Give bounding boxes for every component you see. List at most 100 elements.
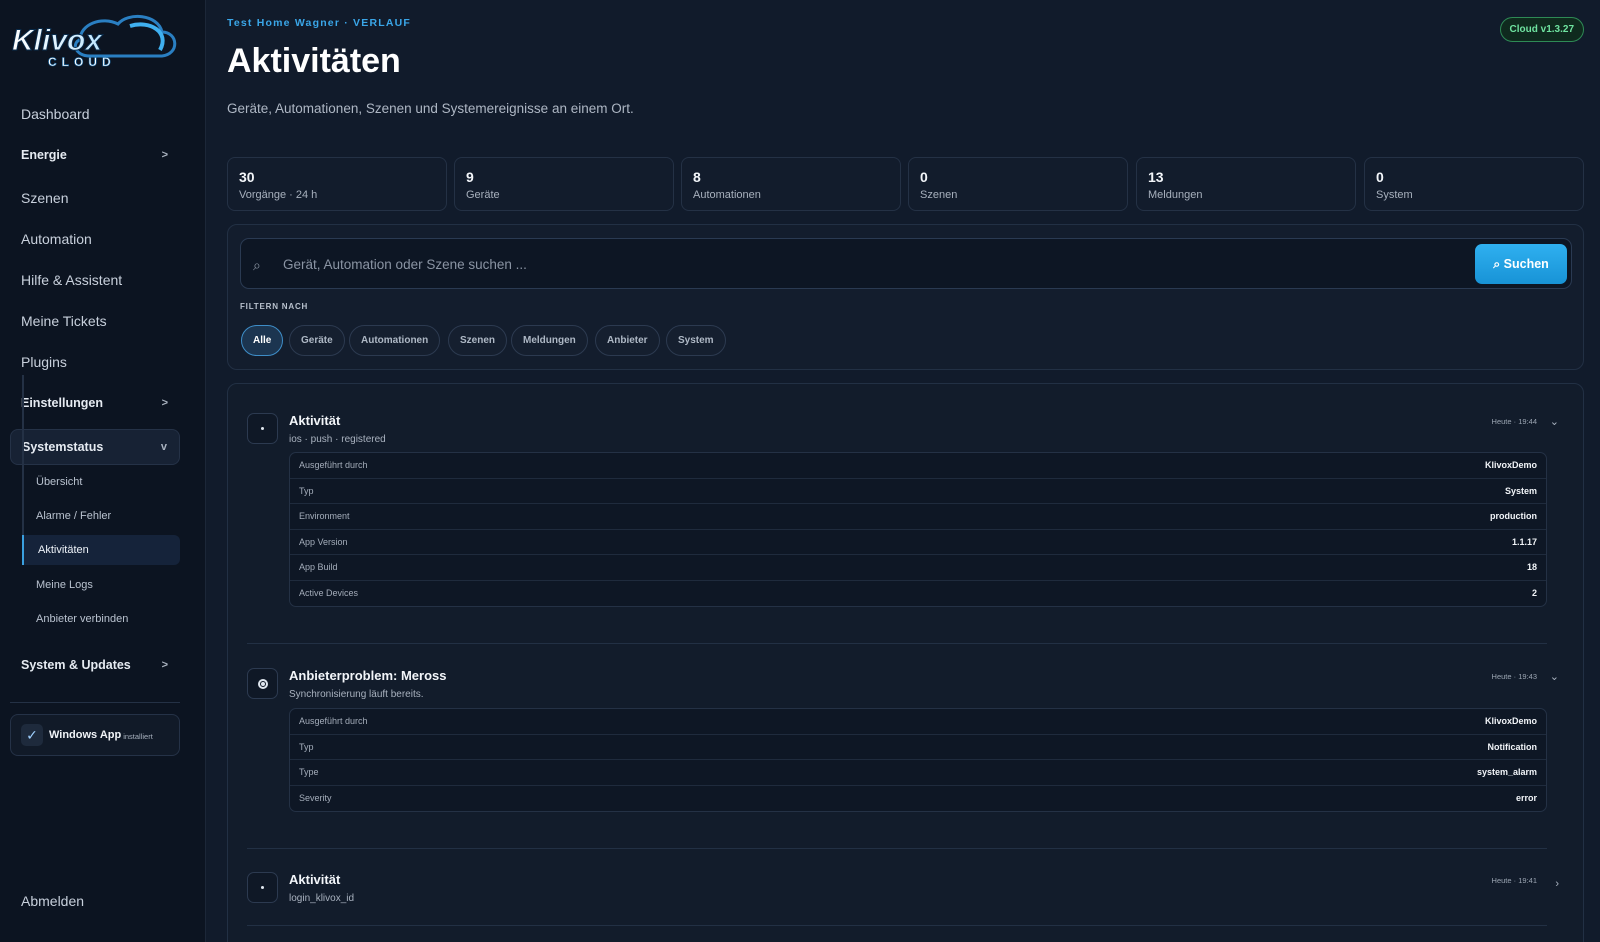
detail-key: Type xyxy=(299,767,319,778)
version-badge: Cloud v1.3.27 xyxy=(1499,17,1584,42)
stat-value: 13 xyxy=(1148,169,1164,185)
chevron-right-icon: > xyxy=(161,659,168,671)
detail-key: Typ xyxy=(299,741,314,752)
activity-time: Heute · 19:43 xyxy=(1491,672,1537,681)
activity-list: Aktivität ios · push · registered Heute … xyxy=(227,383,1584,942)
sidebar-item-label: Energie xyxy=(21,148,67,162)
sidebar-item-label: Systemstatus xyxy=(22,440,104,454)
divider xyxy=(247,848,1547,849)
activity-title: Aktivität xyxy=(289,413,341,428)
filter-chip-anbieter[interactable]: Anbieter xyxy=(595,325,660,356)
stat-label: Meldungen xyxy=(1148,189,1203,201)
sidebar-item-label: Automation xyxy=(21,231,92,247)
detail-value: 18 xyxy=(1526,562,1537,573)
sidebar-item-szenen[interactable]: Szenen xyxy=(10,181,180,215)
activity-subtitle: Synchronisierung läuft bereits. xyxy=(289,689,424,700)
sidebar-item-label: Szenen xyxy=(21,190,69,206)
page-subtitle: Geräte, Automationen, Szenen und Systeme… xyxy=(227,101,634,116)
activity-time: Heute · 19:41 xyxy=(1491,876,1537,885)
activity-item[interactable]: Aktivität ios · push · registered Heute … xyxy=(247,413,1559,618)
activity-details: Ausgeführt durch KlivoxDemo Typ Notificati… xyxy=(289,708,1547,812)
search-icon: ⌕ xyxy=(253,257,261,273)
detail-value: system_alarm xyxy=(1476,767,1537,778)
chevron-down-icon: v xyxy=(160,441,167,453)
detail-row: App Version 1.1.17 xyxy=(290,530,1546,555)
chevron-right-icon[interactable]: › xyxy=(1555,878,1559,890)
search-input[interactable] xyxy=(283,252,1423,276)
activity-title: Aktivität xyxy=(289,872,341,887)
sidebar-subitem-label: Meine Logs xyxy=(36,579,93,591)
sidebar-subitem-aktivitaeten[interactable]: Aktivitäten xyxy=(22,535,180,565)
sidebar-subitem-label: Alarme / Fehler xyxy=(36,510,112,522)
activity-item[interactable]: Anbieterproblem: Meross Synchronisierung… xyxy=(247,668,1559,828)
detail-row: Type system_alarm xyxy=(290,760,1546,786)
sidebar-item-systemstatus[interactable]: Systemstatus v xyxy=(10,429,180,465)
filter-chip-meldungen[interactable]: Meldungen xyxy=(511,325,588,356)
activity-item[interactable]: Aktivität login_klivox_id Heute · 19:41 … xyxy=(247,872,1559,912)
sidebar-item-einstellungen[interactable]: Einstellungen > xyxy=(10,386,180,420)
detail-key: App Version xyxy=(299,536,348,547)
detail-row: Typ Notification xyxy=(290,735,1546,760)
sidebar-subitem-uebersicht[interactable]: Übersicht xyxy=(22,467,180,497)
stats-row: 30 Vorgänge · 24 h 9 Geräte 8 Automation… xyxy=(227,157,1584,211)
dot-icon xyxy=(247,413,278,444)
detail-key: Environment xyxy=(299,511,350,522)
filter-chip-alle[interactable]: Alle xyxy=(241,325,284,356)
alert-ring-icon xyxy=(247,668,278,699)
stat-value: 8 xyxy=(693,169,701,185)
detail-key: Severity xyxy=(299,793,332,804)
stat-label: Automationen xyxy=(693,189,761,201)
sidebar-subitem-anbieter[interactable]: Anbieter verbinden xyxy=(22,604,180,634)
divider xyxy=(247,925,1547,926)
filter-chip-geraete[interactable]: Geräte xyxy=(289,325,345,356)
search-button[interactable]: ⌕ Suchen xyxy=(1475,244,1567,284)
detail-key: App Build xyxy=(299,562,338,573)
detail-row: Severity error xyxy=(290,786,1546,812)
stat-label: System xyxy=(1376,189,1413,201)
detail-row: Ausgeführt durch KlivoxDemo xyxy=(290,453,1546,479)
stat-label: Vorgänge · 24 h xyxy=(239,189,318,201)
detail-row: Ausgeführt durch KlivoxDemo xyxy=(290,709,1546,735)
sidebar-item-dashboard[interactable]: Dashboard xyxy=(10,97,180,131)
chevron-down-icon[interactable]: ⌄ xyxy=(1550,415,1559,428)
stat-card: 0 Szenen xyxy=(908,157,1128,211)
detail-key: Typ xyxy=(299,485,314,496)
activity-subtitle: login_klivox_id xyxy=(289,893,355,904)
stat-card: 30 Vorgänge · 24 h xyxy=(227,157,447,211)
page-title: Aktivitäten xyxy=(227,42,401,80)
detail-value: error xyxy=(1515,793,1537,804)
detail-value: Notification xyxy=(1487,741,1538,752)
activity-time: Heute · 19:44 xyxy=(1491,417,1537,426)
chevron-down-icon[interactable]: ⌄ xyxy=(1550,670,1559,683)
filter-label: FILTERN NACH xyxy=(240,302,309,311)
sidebar-item-label: System & Updates xyxy=(21,658,131,672)
sidebar-subitem-logs[interactable]: Meine Logs xyxy=(22,570,180,600)
sidebar-item-plugins[interactable]: Plugins xyxy=(10,345,180,379)
stat-card: 13 Meldungen xyxy=(1136,157,1356,211)
sidebar-item-hilfe[interactable]: Hilfe & Assistent xyxy=(10,263,180,297)
detail-value: KlivoxDemo xyxy=(1484,716,1537,727)
stat-card: 9 Geräte xyxy=(454,157,674,211)
sidebar-divider xyxy=(10,702,180,703)
filter-chip-szenen[interactable]: Szenen xyxy=(448,325,508,356)
detail-row: Active Devices 2 xyxy=(290,581,1546,607)
filter-chip-system[interactable]: System xyxy=(666,325,726,356)
windows-app-status[interactable]: ✓ Windows App installiert xyxy=(10,714,180,756)
detail-value: System xyxy=(1504,485,1537,496)
sidebar-item-label: Einstellungen xyxy=(21,396,103,410)
sidebar-item-tickets[interactable]: Meine Tickets xyxy=(10,304,180,338)
windows-app-status-text: installiert xyxy=(123,731,153,741)
stat-card: 0 System xyxy=(1364,157,1584,211)
stat-card: 8 Automationen xyxy=(681,157,901,211)
sidebar-item-energie[interactable]: Energie > xyxy=(10,138,180,172)
detail-row: Typ System xyxy=(290,479,1546,504)
sidebar-item-system-updates[interactable]: System & Updates > xyxy=(10,648,180,682)
logo-tagline: CLOUD xyxy=(48,55,116,69)
sidebar-item-automation[interactable]: Automation xyxy=(10,222,180,256)
chevron-right-icon: > xyxy=(161,149,168,161)
sidebar-subitem-alarme[interactable]: Alarme / Fehler xyxy=(22,501,180,531)
logout-link[interactable]: Abmelden xyxy=(21,893,84,909)
filter-chip-automationen[interactable]: Automationen xyxy=(349,325,441,356)
logo-brand: Klivox xyxy=(12,24,103,57)
klivox-cloud-logo[interactable]: Klivox CLOUD xyxy=(10,10,180,72)
